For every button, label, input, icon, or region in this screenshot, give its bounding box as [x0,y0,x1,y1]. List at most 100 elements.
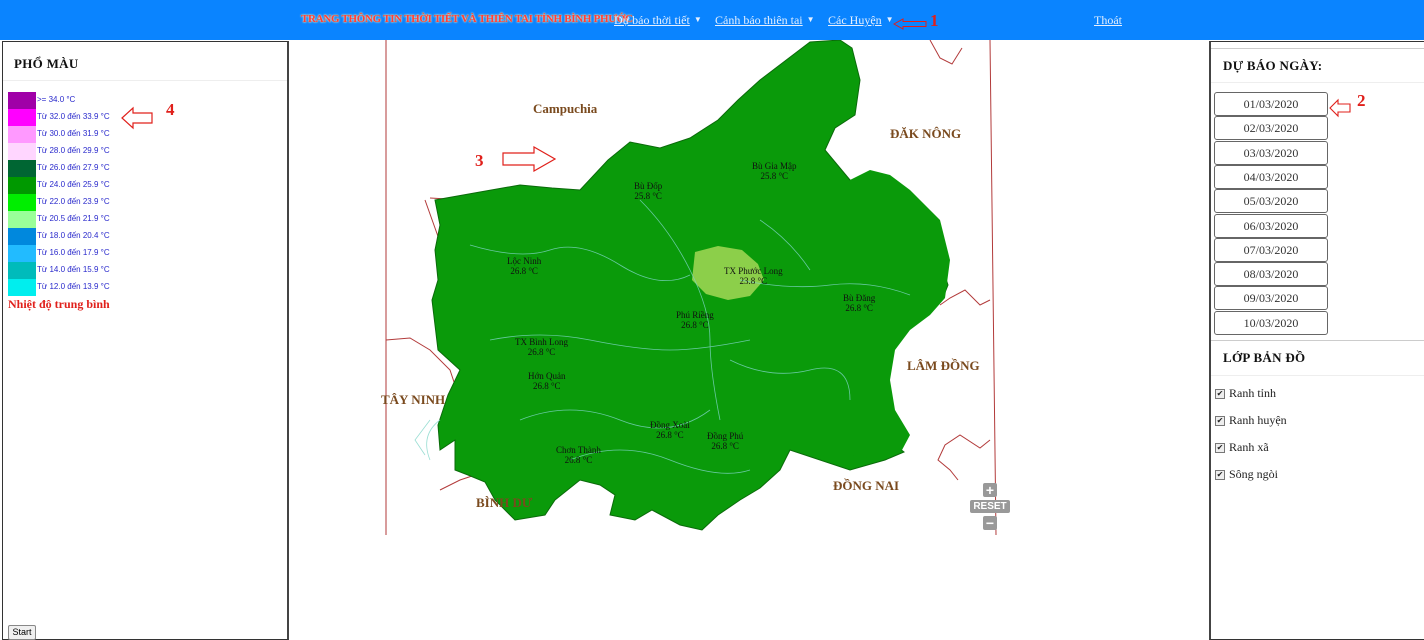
district-label: Hớn Quản 26.8 °C [528,371,566,391]
map-label-dak-nong: ĐĂK NÔNG [890,126,962,141]
divider [1211,82,1424,83]
divider [3,80,287,81]
district-label: Bù Gia Mập 25.8 °C [752,161,797,181]
annotation-2: 2 [1357,91,1366,110]
map-label-binh-duong: BÌNH DƯ [476,495,533,510]
layer-label: Ranh xã [1229,440,1269,454]
forecast-date-button[interactable]: 05/03/2020 [1214,189,1328,214]
legend-label: Từ 30.0 đến 31.9 °C [37,129,110,138]
reset-button[interactable]: RESET [970,500,1010,513]
forecast-date-button[interactable]: 10/03/2020 [1214,310,1328,335]
forecast-date-button[interactable]: 09/03/2020 [1214,286,1328,311]
legend-swatch [8,194,36,211]
checkbox-icon[interactable]: ✔ [1215,389,1225,399]
forecast-date-button[interactable]: 07/03/2020 [1214,237,1328,262]
nav-disaster-warning[interactable]: Cảnh báo thiên tai ▼ [715,13,815,28]
legend-label: >= 34.0 °C [37,95,76,104]
legend-row: Từ 22.0 đến 23.9 °C [8,194,148,211]
map-area[interactable]: Campuchia ĐĂK NÔNG LÂM ĐỒNG TÂY NINH ĐỒN… [290,40,1208,640]
checkbox-icon[interactable]: ✔ [1215,443,1225,453]
forecast-date-button[interactable]: 08/03/2020 [1214,262,1328,287]
map-label-tay-ninh: TÂY NINH [381,392,446,407]
annotation-3: 3 [475,151,484,170]
legend-label: Từ 12.0 đến 13.9 °C [37,282,110,291]
checkbox-icon[interactable]: ✔ [1215,416,1225,426]
district-label: TX Phước Long 23.8 °C [724,266,783,286]
forecast-date-button[interactable]: 03/03/2020 [1214,140,1328,165]
legend-label: Từ 14.0 đến 15.9 °C [37,265,110,274]
annotation-arrow-icon [121,106,153,130]
legend-swatch [8,228,36,245]
zoom-in-button[interactable]: + [983,483,997,497]
district-label: Bù Đốp 25.8 °C [634,181,663,201]
legend-row: Từ 18.0 đến 20.4 °C [8,228,148,245]
legend-row: Từ 12.0 đến 13.9 °C [8,279,148,296]
layer-label: Ranh tỉnh [1229,386,1276,400]
legend-label: Từ 22.0 đến 23.9 °C [37,197,110,206]
legend-swatch [8,177,36,194]
annotation-4: 4 [166,100,175,119]
legend-swatch [8,143,36,160]
legend-label: Từ 18.0 đến 20.4 °C [37,231,110,240]
district-label: Lộc Ninh 26.8 °C [507,256,542,276]
legend-panel: PHỔ MÀU >= 34.0 °C Từ 32.0 đến 33.9 °C Từ … [2,41,289,640]
district-label: Phú Riềng 26.8 °C [676,310,714,330]
forecast-date-button[interactable]: 02/03/2020 [1214,116,1328,141]
legend-swatch [8,262,36,279]
forecast-date-button[interactable]: 06/03/2020 [1214,213,1328,238]
checkbox-icon[interactable]: ✔ [1215,470,1225,480]
legend-row: Từ 16.0 đến 17.9 °C [8,245,148,262]
map-label-cambodia: Campuchia [533,101,598,116]
legend-label: Từ 20.5 đến 21.9 °C [37,214,110,223]
legend-label: Từ 28.0 đến 29.9 °C [37,146,110,155]
layer-label: Ranh huyện [1229,413,1287,427]
legend-row: Từ 28.0 đến 29.9 °C [8,143,148,160]
legend-swatch [8,109,36,126]
map-label-dong-nai: ĐỒNG NAI [833,478,900,493]
nav-weather-forecast[interactable]: Dự báo thời tiết ▼ [614,13,702,28]
zoom-out-button[interactable]: − [983,516,997,530]
district-label: Đồng Xoài 26.8 °C [650,420,690,440]
nav-districts[interactable]: Các Huyện ▼ [828,13,894,28]
legend-title: PHỔ MÀU [14,56,79,71]
legend-row: Từ 26.0 đến 27.9 °C [8,160,148,177]
district-label: Đồng Phú 26.8 °C [707,431,744,451]
caret-down-icon: ▼ [806,15,815,24]
divider [1211,375,1424,376]
legend-label: Từ 26.0 đến 27.9 °C [37,163,110,172]
legend-row: Từ 24.0 đến 25.9 °C [8,177,148,194]
province-map [385,40,997,536]
layers-title: LỚP BẢN ĐỒ [1223,350,1306,365]
legend-swatch [8,245,36,262]
forecast-title: DỰ BÁO NGÀY: [1223,58,1323,73]
layer-toggle[interactable]: ✔ Ranh xã [1215,440,1269,455]
annotation-arrow-icon [893,18,927,30]
caret-down-icon: ▼ [693,15,702,24]
site-title[interactable]: TRANG THÔNG TIN THỜI TIẾT VÀ THIÊN TAI T… [301,13,633,25]
legend-label: Từ 16.0 đến 17.9 °C [37,248,110,257]
district-label: TX Bình Long 26.8 °C [515,337,568,357]
divider [1211,48,1424,49]
legend-swatch [8,211,36,228]
layer-toggle[interactable]: ✔ Ranh huyện [1215,413,1287,428]
layer-toggle[interactable]: ✔ Sông ngòi [1215,467,1278,482]
legend-swatch [8,92,36,109]
forecast-date-button[interactable]: 04/03/2020 [1214,164,1328,189]
legend-row: Từ 20.5 đến 21.9 °C [8,211,148,228]
layer-label: Sông ngòi [1229,467,1279,481]
logout-link[interactable]: Thoát [1094,13,1122,28]
district-label: Chơn Thành 26.8 °C [556,445,601,465]
legend-row: Từ 14.0 đến 15.9 °C [8,262,148,279]
map-label-lam-dong: LÂM ĐỒNG [907,358,980,373]
district-label: Bù Đăng 26.8 °C [843,293,876,313]
legend-swatch [8,126,36,143]
start-button[interactable]: Start [8,625,36,640]
legend-swatch [8,160,36,177]
legend-swatch [8,279,36,296]
forecast-date-button[interactable]: 01/03/2020 [1214,92,1328,116]
layer-toggle[interactable]: ✔ Ranh tỉnh [1215,386,1276,401]
annotation-arrow-icon [1329,98,1351,118]
divider [1211,340,1424,341]
annotation-1: 1 [930,11,939,30]
legend-footer: Nhiệt độ trung bình [8,297,110,311]
